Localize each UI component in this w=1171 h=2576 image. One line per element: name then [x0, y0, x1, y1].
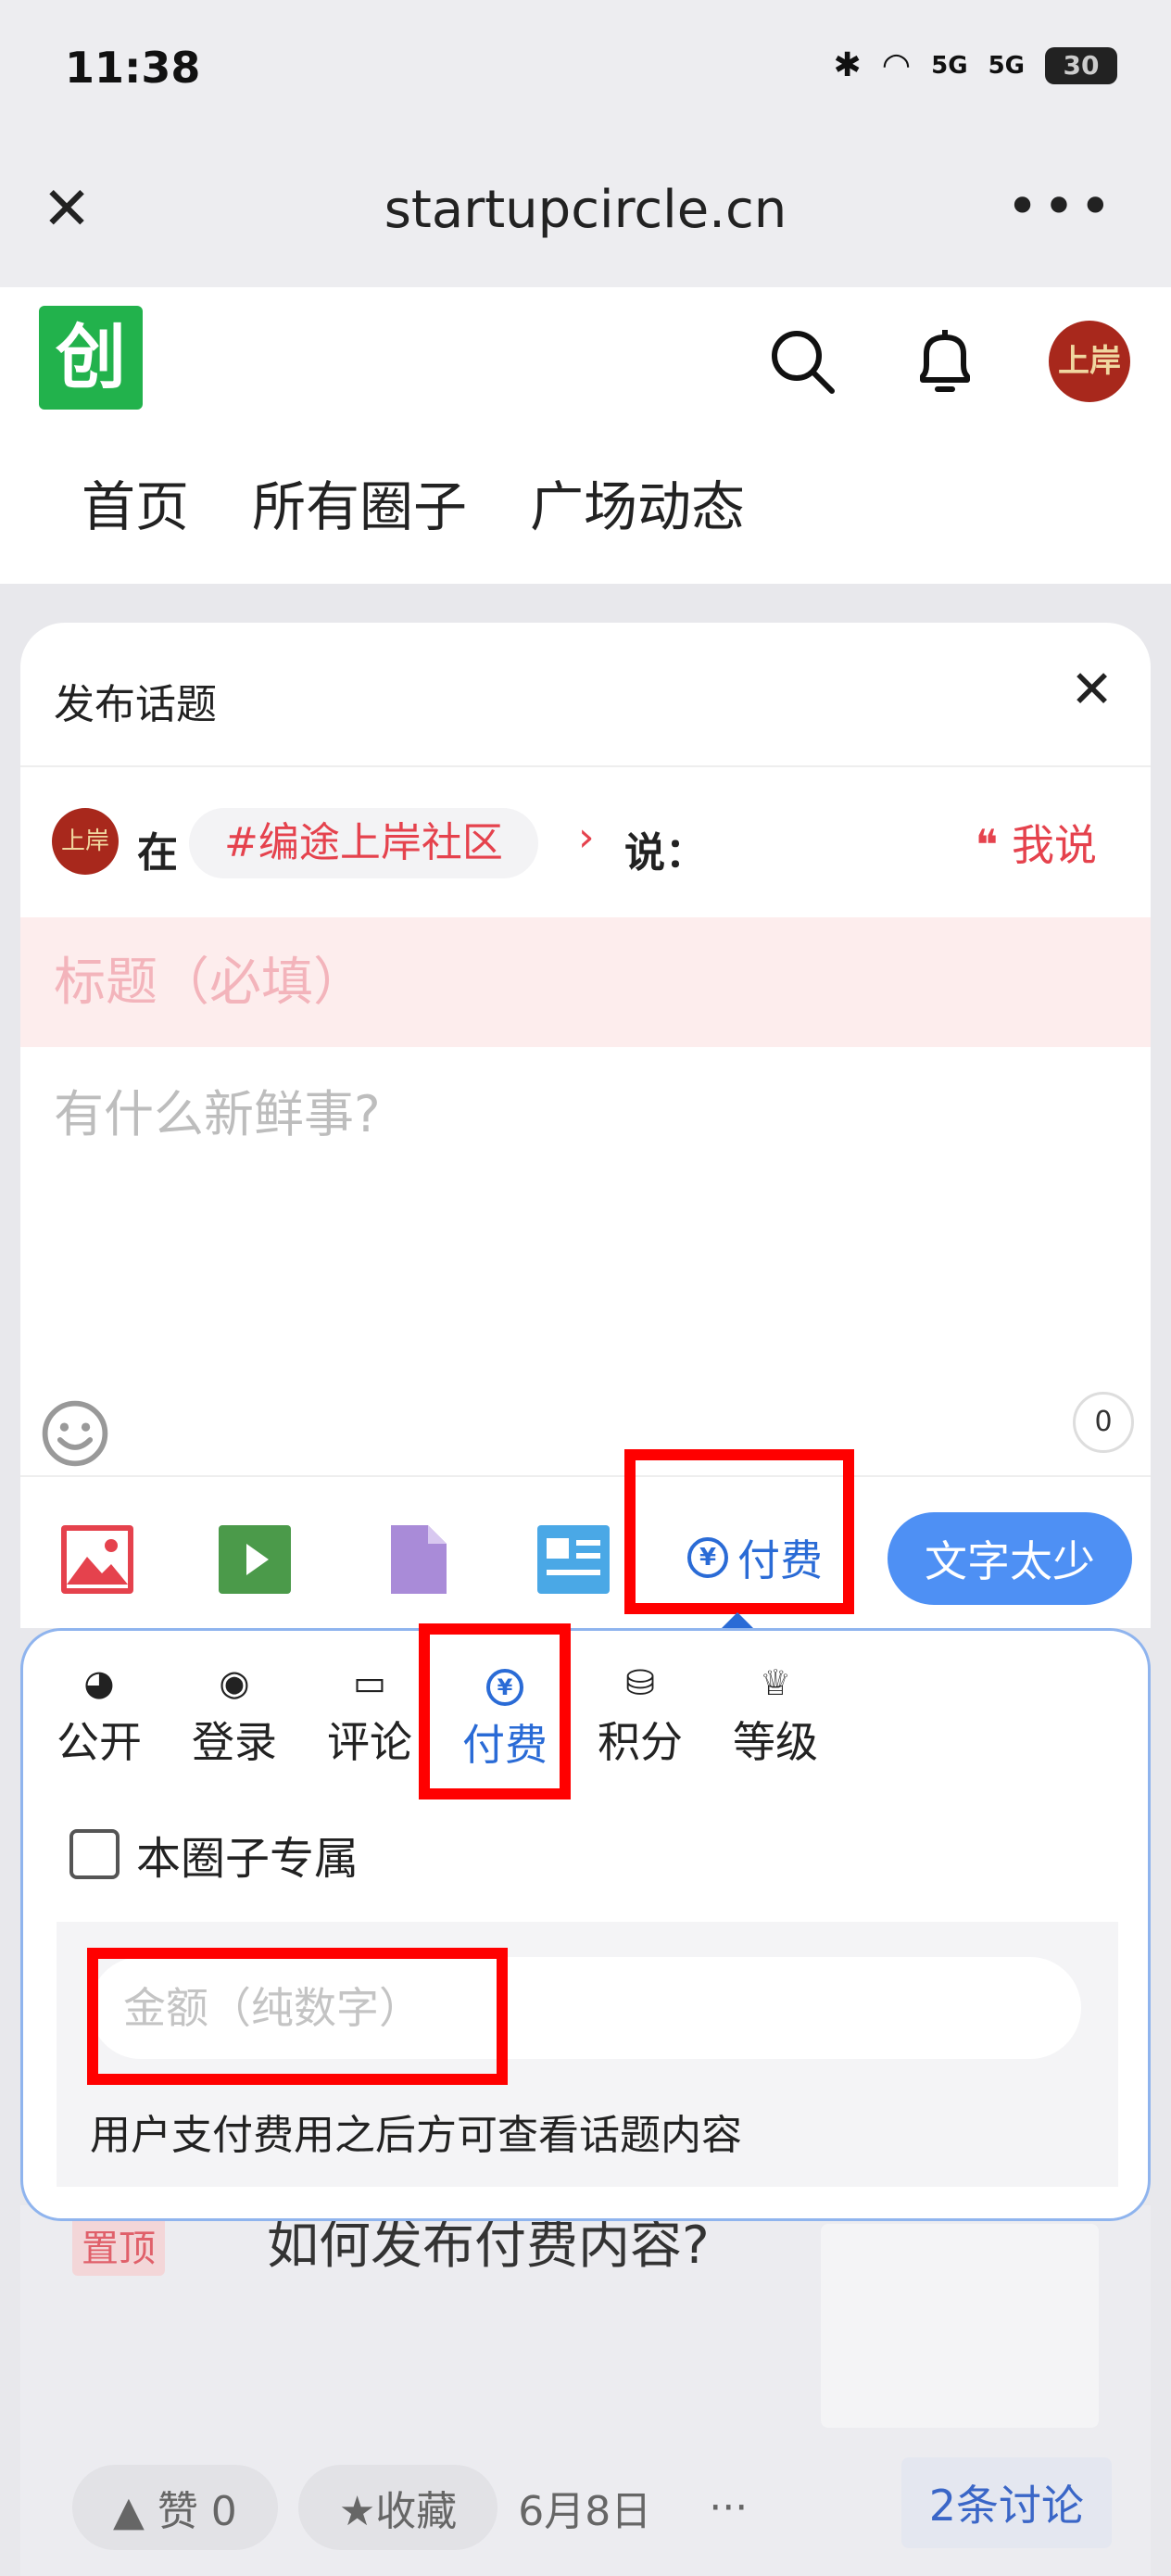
browser-bar: ✕ startupcircle.cn ••• — [0, 139, 1171, 287]
image-icon[interactable] — [59, 1523, 135, 1596]
circle-selector[interactable]: #编途上岸社区 — [189, 808, 538, 878]
comment-icon: ▭ — [353, 1662, 386, 1703]
site-nav: 首页 所有圈子 广场动态 — [82, 463, 745, 541]
i-say-button[interactable]: ❝ 我说 — [976, 812, 1097, 873]
post-thumbnail[interactable] — [821, 2224, 1099, 2428]
nav-home[interactable]: 首页 — [82, 463, 189, 541]
status-time: 11:38 — [65, 43, 201, 93]
price-hint: 用户支付费用之后方可查看话题内容 — [90, 2112, 742, 2159]
status-icons: ✱ ◠ 5G 5G 30 — [834, 46, 1117, 84]
title-input[interactable] — [20, 917, 1151, 1047]
perm-label: 积分 — [598, 1717, 683, 1767]
char-count: 0 — [1073, 1392, 1134, 1453]
perm-comment[interactable]: ▭ 评论 — [314, 1662, 425, 1770]
signal-icon-2: 5G — [988, 51, 1025, 80]
status-bar: 11:38 ✱ ◠ 5G 5G 30 — [0, 0, 1171, 139]
search-icon[interactable] — [765, 324, 839, 398]
background-post: 如何发布付费内容? 置顶 ▲ 赞 0 ★收藏 6月8日 ··· 2条讨论 — [20, 2205, 1151, 2576]
favorite-button[interactable]: ★收藏 — [297, 2465, 498, 2550]
crown-icon: ♕ — [759, 1662, 792, 1703]
article-icon[interactable] — [535, 1523, 611, 1596]
chevron-right-icon[interactable]: › — [578, 814, 595, 861]
battery-icon: 30 — [1045, 46, 1117, 84]
highlight-box-pay-toolbar — [624, 1449, 854, 1614]
perm-level[interactable]: ♕ 等级 — [720, 1662, 831, 1770]
bluetooth-icon: ✱ — [833, 46, 862, 84]
post-date: 6月8日 — [518, 2488, 652, 2535]
site-logo[interactable]: 创 — [39, 306, 143, 410]
highlight-box-pay-option — [419, 1623, 571, 1799]
globe-icon: ◕ — [83, 1662, 115, 1703]
in-label: 在 — [137, 829, 178, 877]
nav-all-circles[interactable]: 所有圈子 — [252, 463, 467, 541]
exclusive-label: 本圈子专属 — [136, 1833, 359, 1885]
file-icon[interactable] — [380, 1523, 456, 1596]
wifi-icon: ◠ — [881, 46, 912, 84]
nav-square[interactable]: 广场动态 — [530, 463, 745, 541]
circle-exclusive-option[interactable]: 本圈子专属 — [69, 1822, 359, 1887]
video-icon[interactable] — [217, 1523, 293, 1596]
user-avatar[interactable]: 上岸 — [1049, 321, 1130, 402]
site-header: 创 上岸 首页 所有圈子 广场动态 — [0, 287, 1171, 584]
more-dots-icon[interactable]: ··· — [709, 2484, 748, 2532]
perm-login[interactable]: ◉ 登录 — [179, 1662, 290, 1770]
coins-icon: ⛁ — [625, 1662, 655, 1703]
emoji-icon[interactable] — [41, 1399, 109, 1468]
author-avatar: 上岸 — [52, 808, 119, 875]
exclusive-checkbox[interactable] — [69, 1829, 120, 1879]
highlight-box-price-input — [87, 1948, 508, 2085]
perm-public[interactable]: ◕ 公开 — [44, 1662, 155, 1770]
bell-icon[interactable] — [908, 324, 982, 398]
modal-close-icon[interactable]: ✕ — [1070, 660, 1114, 720]
signal-icon: 5G — [931, 51, 968, 80]
url-title: startupcircle.cn — [384, 180, 787, 240]
user-icon: ◉ — [219, 1662, 250, 1703]
more-icon[interactable]: ••• — [1006, 174, 1115, 239]
perm-points[interactable]: ⛁ 积分 — [585, 1662, 696, 1770]
permission-popup: ◕ 公开 ◉ 登录 ▭ 评论 ¥ 付费 ⛁ 积分 ♕ 等级 本圈子专属 用户支付… — [20, 1628, 1151, 2221]
pin-badge: 置顶 — [72, 2215, 165, 2276]
perm-label: 公开 — [57, 1717, 142, 1767]
publish-topic-modal: 发布话题 ✕ 上岸 在 #编途上岸社区 › 说： ❝ 我说 0 ¥ 付费 文字太… — [20, 623, 1151, 1628]
modal-title: 发布话题 — [54, 681, 217, 728]
perm-label: 登录 — [192, 1717, 277, 1767]
divider — [20, 1475, 1151, 1477]
submit-button[interactable]: 文字太少 — [888, 1512, 1132, 1605]
divider — [20, 765, 1151, 767]
say-label: 说： — [624, 829, 706, 877]
discussion-button[interactable]: 2条讨论 — [900, 2457, 1112, 2548]
perm-label: 评论 — [327, 1717, 412, 1767]
content-textarea[interactable] — [20, 1047, 1151, 1418]
post-actions: ▲ 赞 0 ★收藏 6月8日 ··· — [72, 2465, 748, 2550]
perm-label: 等级 — [733, 1717, 818, 1767]
like-button[interactable]: ▲ 赞 0 — [72, 2465, 278, 2550]
